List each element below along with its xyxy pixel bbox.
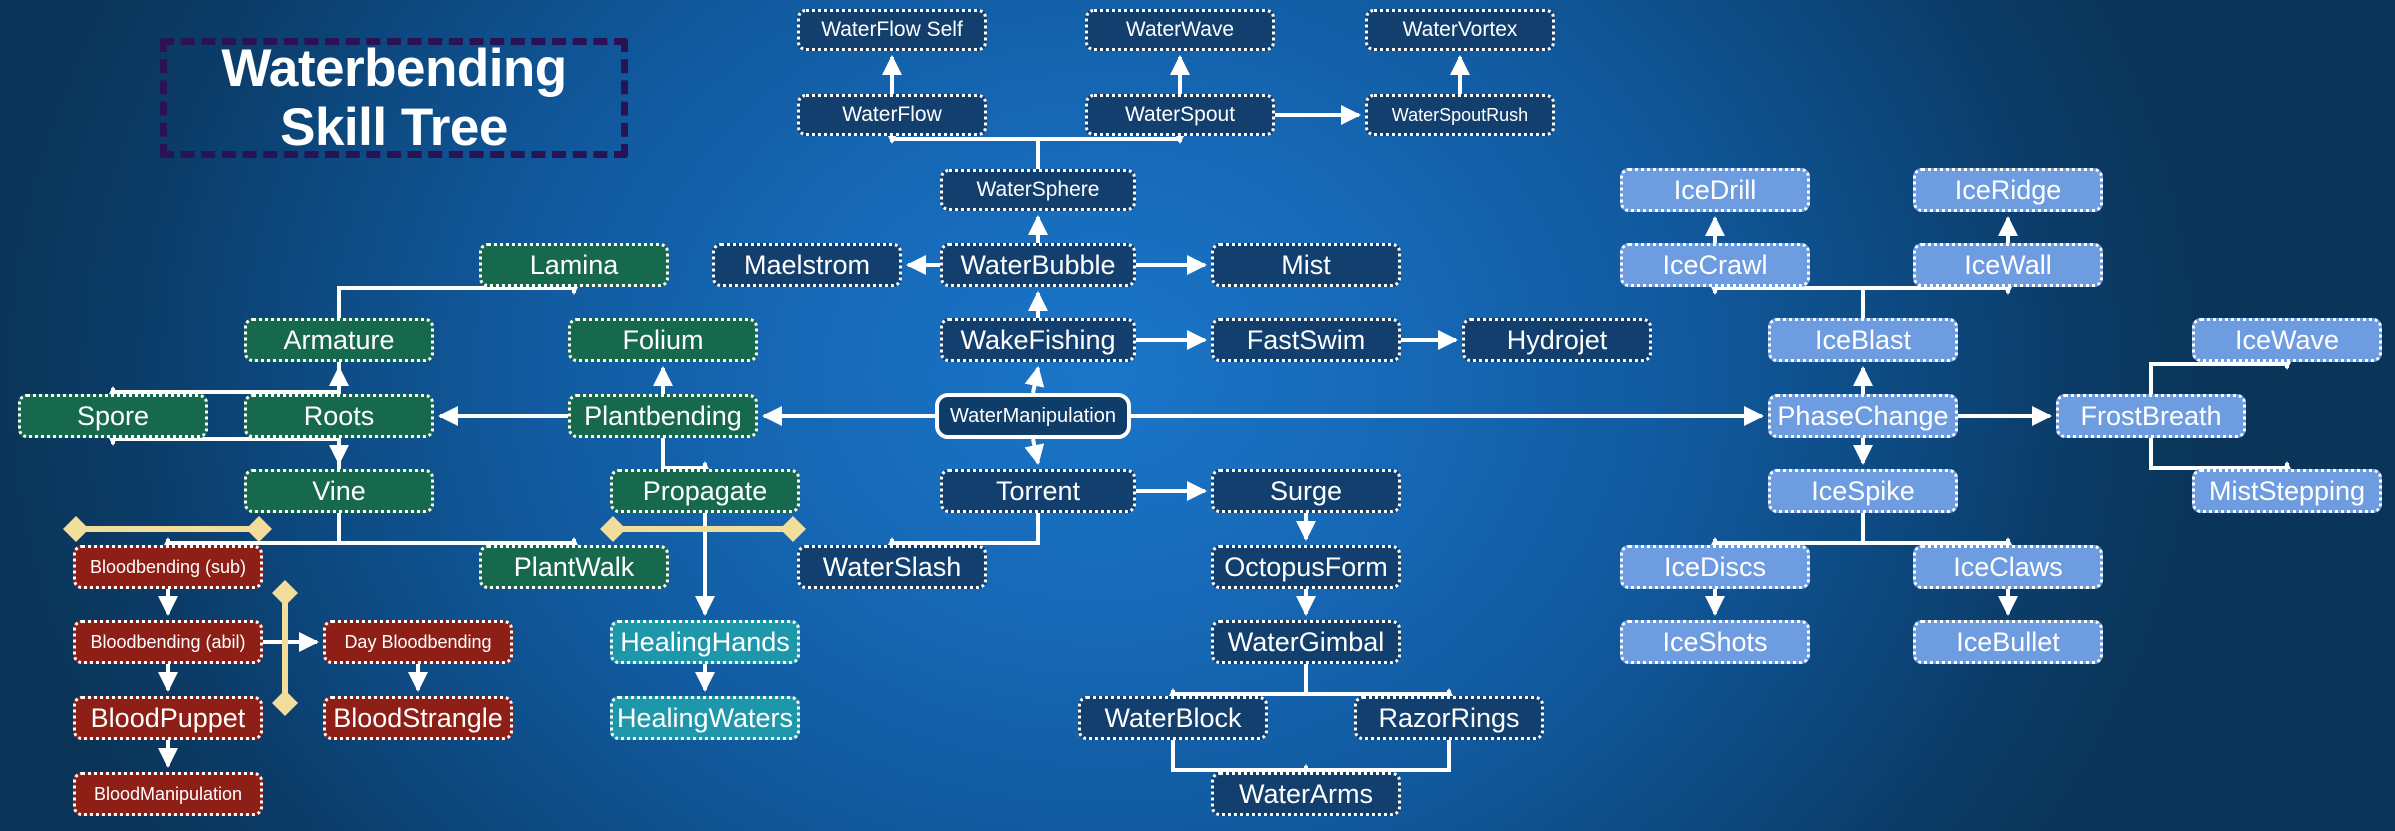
skill-tree-canvas: WaterFlow Self WaterWave WaterVortex WaterF…: [0, 0, 2395, 831]
skill-node-icediscs[interactable]: IceDiscs: [1620, 545, 1810, 589]
edge-vine-to-spore: [103, 426, 341, 469]
skill-node-plantbending[interactable]: Plantbending: [568, 394, 758, 438]
skill-node-surge[interactable]: Surge: [1211, 469, 1401, 513]
edge-frostbreath-to-icewave: [2149, 350, 2297, 394]
skill-node-bloodpuppet[interactable]: BloodPuppet: [73, 696, 263, 740]
skill-node-lamina[interactable]: Lamina: [479, 243, 669, 287]
skill-node-hydrojet[interactable]: Hydrojet: [1462, 318, 1652, 362]
edge-watergimbal-to-razorrings: [1304, 664, 1459, 708]
gold-day-bloodbending: [272, 580, 298, 716]
skill-node-icecrawl[interactable]: IceCrawl: [1620, 243, 1810, 287]
skill-node-bloodmanipulation[interactable]: BloodManipulation: [73, 772, 263, 816]
skill-node-torrent[interactable]: Torrent: [940, 469, 1136, 513]
skill-node-watergimbal[interactable]: WaterGimbal: [1211, 620, 1401, 664]
edge-icespike-to-iceclaws: [1861, 513, 2018, 557]
skill-node-phasechange[interactable]: PhaseChange: [1768, 394, 1958, 438]
edge-frostbreath-to-miststepping: [2149, 438, 2297, 481]
skill-node-bloodstrangle[interactable]: BloodStrangle: [323, 696, 513, 740]
skill-node-healinghands[interactable]: HealingHands: [610, 620, 800, 664]
edge-iceblast-to-icewall: [1861, 275, 2018, 318]
skill-node-waterflowself[interactable]: WaterFlow Self: [797, 9, 987, 51]
skill-node-mist[interactable]: Mist: [1211, 243, 1401, 287]
edge-razorrings-to-waterarms: [1296, 740, 1451, 784]
gold-propagate: [600, 516, 806, 542]
skill-node-waterbubble[interactable]: WaterBubble: [940, 243, 1136, 287]
skill-node-fastswim[interactable]: FastSwim: [1211, 318, 1401, 362]
skill-node-iceshots[interactable]: IceShots: [1620, 620, 1810, 664]
skill-node-iceblast[interactable]: IceBlast: [1768, 318, 1958, 362]
skill-node-waterspoutrush[interactable]: WaterSpoutRush: [1365, 94, 1555, 136]
edge-watersphere-to-waterspout: [1036, 124, 1190, 169]
skill-node-miststepping[interactable]: MistStepping: [2192, 469, 2382, 513]
edge-plantbending-to-propagate: [661, 438, 715, 481]
skill-node-iceridge[interactable]: IceRidge: [1913, 168, 2103, 212]
edge-watermanipulation-to-torrent: [1024, 438, 1045, 465]
skill-node-vine[interactable]: Vine: [244, 469, 434, 513]
edge-watermanipulation-to-wakefishing: [1024, 366, 1045, 394]
title-plaque: Waterbending Skill Tree: [160, 38, 628, 158]
skill-node-watermanipulation[interactable]: WaterManipulation: [935, 393, 1131, 439]
skill-node-icespike[interactable]: IceSpike: [1768, 469, 1958, 513]
edge-waterblock-to-waterarms: [1171, 740, 1316, 784]
skill-node-octopusform[interactable]: OctopusForm: [1211, 545, 1401, 589]
edge-icespike-to-icediscs: [1705, 513, 1865, 557]
skill-node-waterwave[interactable]: WaterWave: [1085, 9, 1275, 51]
edge-vine-to-plantwalk: [337, 513, 584, 557]
skill-node-waterslash[interactable]: WaterSlash: [797, 545, 987, 589]
skill-node-watervortex[interactable]: WaterVortex: [1365, 9, 1555, 51]
skill-node-icewall[interactable]: IceWall: [1913, 243, 2103, 287]
skill-node-waterblock[interactable]: WaterBlock: [1078, 696, 1268, 740]
skill-node-armature[interactable]: Armature: [244, 318, 434, 362]
skill-node-bloodbendingabil[interactable]: Bloodbending (abil): [73, 620, 263, 664]
edge-torrent-to-waterslash: [882, 513, 1040, 557]
skill-node-frostbreath[interactable]: FrostBreath: [2056, 394, 2246, 438]
skill-node-waterarms[interactable]: WaterArms: [1211, 772, 1401, 816]
skill-node-roots[interactable]: Roots: [244, 394, 434, 438]
page-title: Waterbending Skill Tree: [221, 38, 567, 157]
skill-node-wakefishing[interactable]: WakeFishing: [940, 318, 1136, 362]
skill-node-spore[interactable]: Spore: [18, 394, 208, 438]
edge-vine-to-bloodbendingsub: [158, 513, 341, 557]
skill-node-maelstrom[interactable]: Maelstrom: [712, 243, 902, 287]
edge-armature-to-lamina: [337, 275, 584, 318]
edge-watergimbal-to-waterblock: [1163, 664, 1308, 708]
skill-node-razorrings[interactable]: RazorRings: [1354, 696, 1544, 740]
gold-bloodbending-sub: [63, 516, 272, 542]
edge-watersphere-to-waterflow: [882, 124, 1040, 169]
skill-node-propagate[interactable]: Propagate: [610, 469, 800, 513]
skill-node-waterspout[interactable]: WaterSpout: [1085, 94, 1275, 136]
skill-node-icebullet[interactable]: IceBullet: [1913, 620, 2103, 664]
skill-node-plantwalk[interactable]: PlantWalk: [479, 545, 669, 589]
skill-node-daybloodbending[interactable]: Day Bloodbending: [323, 620, 513, 664]
skill-node-icewave[interactable]: IceWave: [2192, 318, 2382, 362]
edge-armature-to-spore: [103, 362, 341, 406]
skill-node-watersphere[interactable]: WaterSphere: [940, 169, 1136, 211]
skill-node-healingwaters[interactable]: HealingWaters: [610, 696, 800, 740]
skill-node-folium[interactable]: Folium: [568, 318, 758, 362]
edge-iceblast-to-icecrawl: [1705, 275, 1865, 318]
skill-node-icedrill[interactable]: IceDrill: [1620, 168, 1810, 212]
skill-node-waterflow[interactable]: WaterFlow: [797, 94, 987, 136]
skill-node-bloodbendingsub[interactable]: Bloodbending (sub): [73, 545, 263, 589]
skill-node-iceclaws[interactable]: IceClaws: [1913, 545, 2103, 589]
